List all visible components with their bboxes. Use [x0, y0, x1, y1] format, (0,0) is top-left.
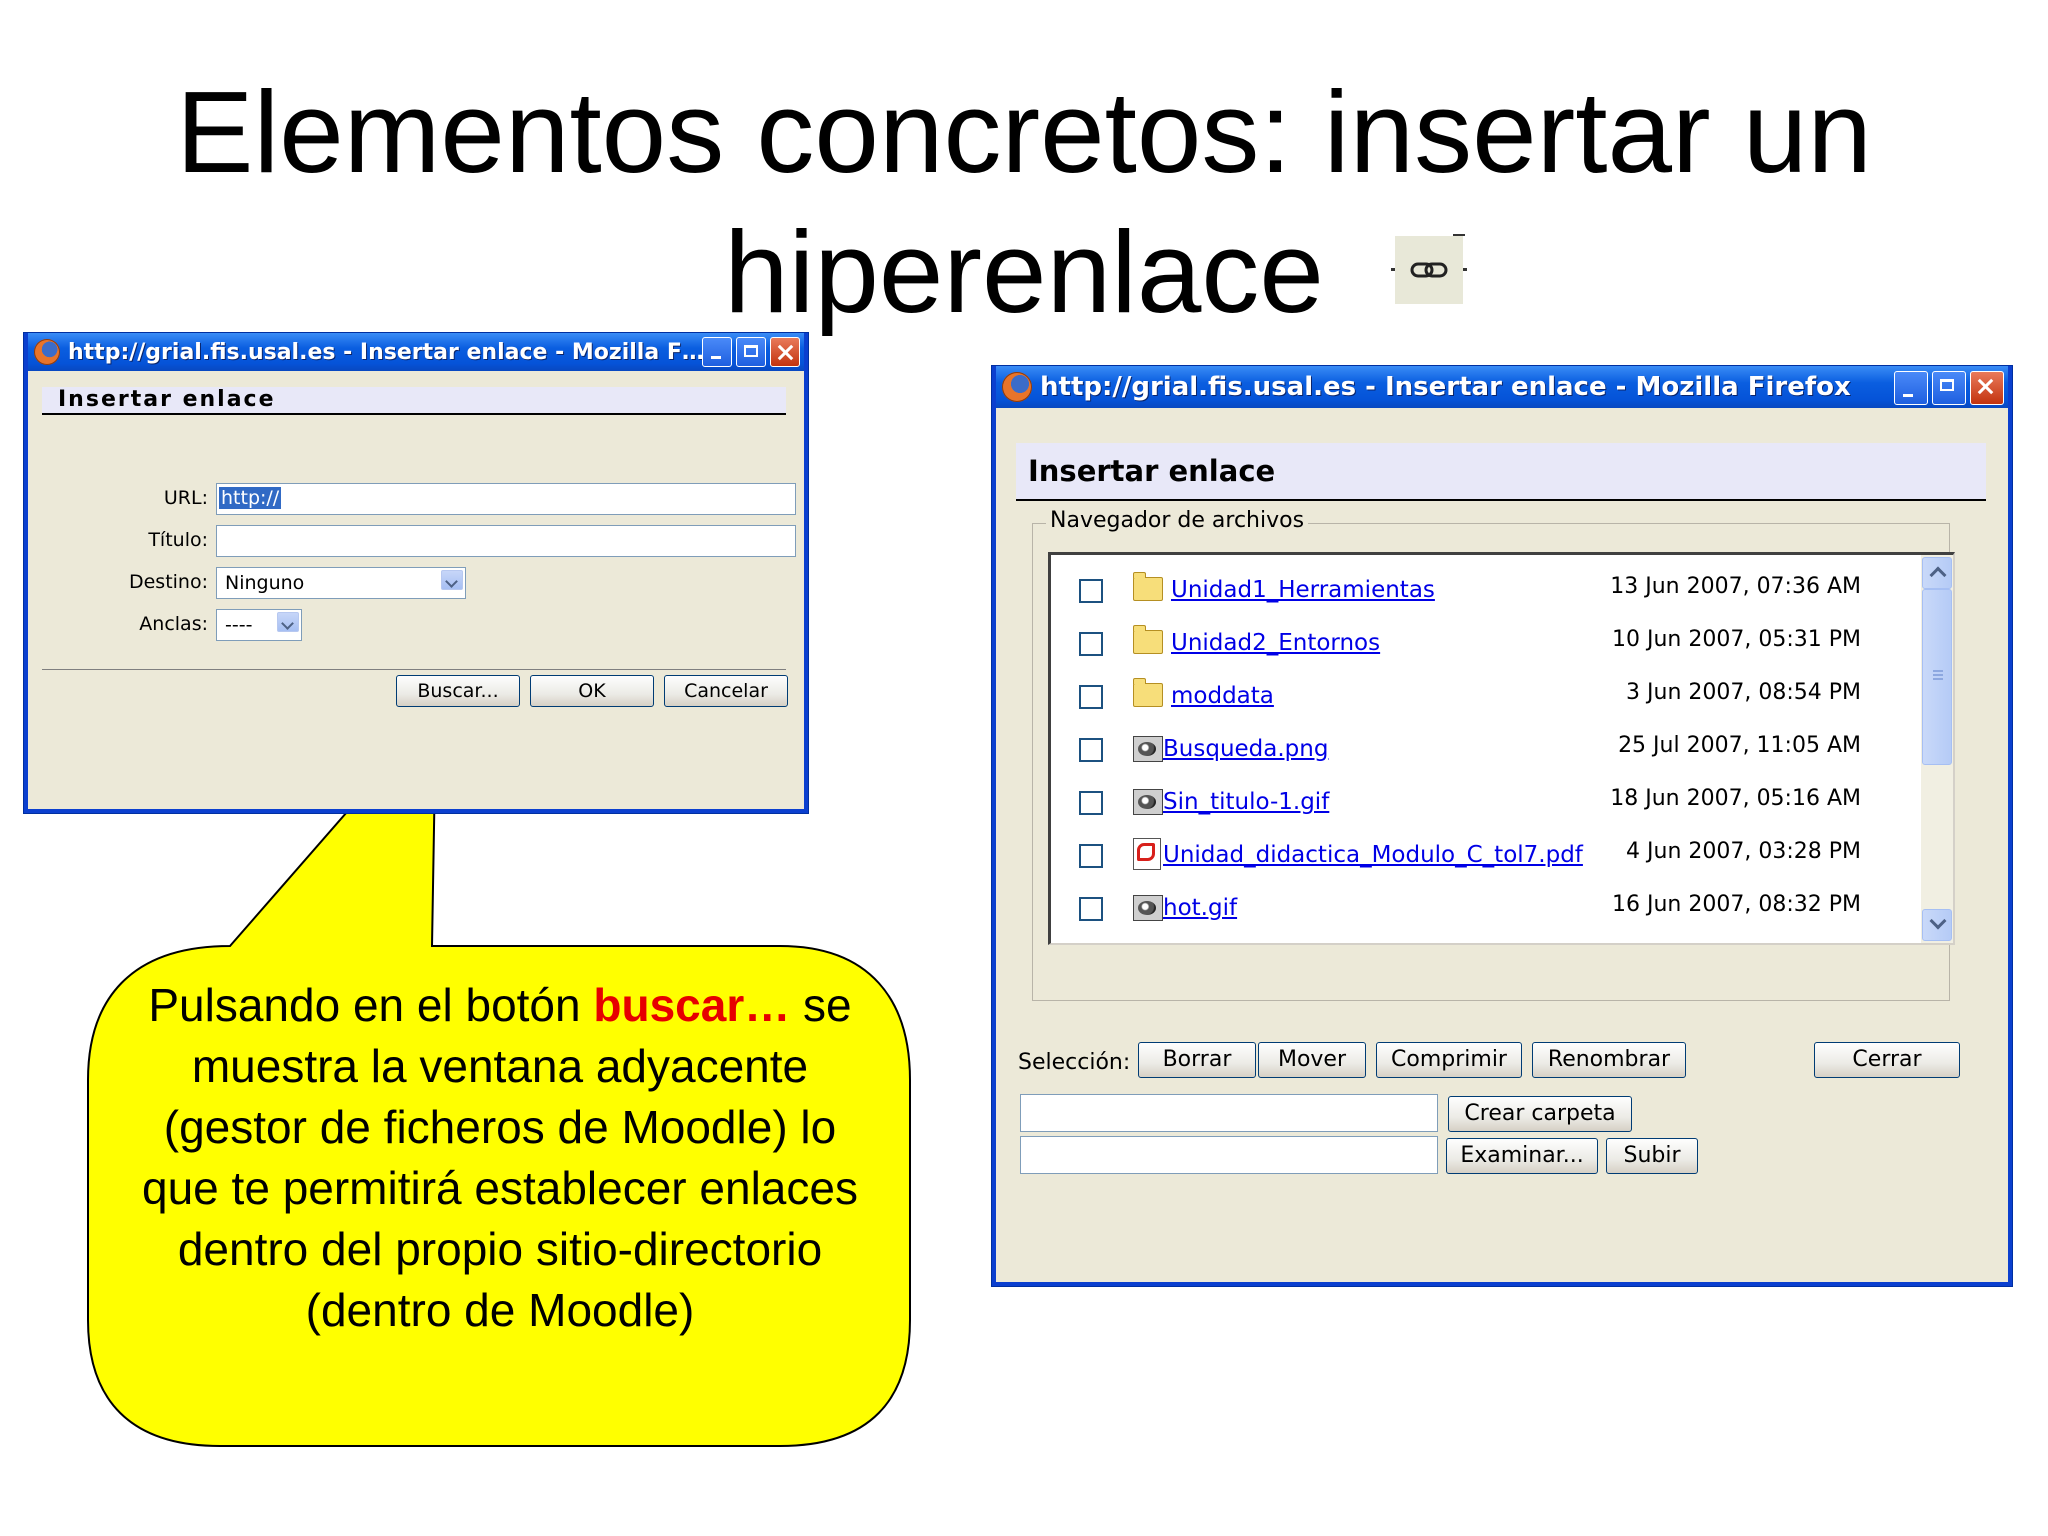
title-label: Título:: [148, 529, 208, 551]
selection-label: Selección:: [1018, 1050, 1131, 1075]
file-select-checkbox[interactable]: [1079, 791, 1103, 815]
firefox-icon: [34, 339, 60, 365]
file-date: 4 Jun 2007, 03:28 PM: [1626, 839, 1861, 864]
file-date: 3 Jun 2007, 08:54 PM: [1626, 680, 1861, 705]
image-file-icon: [1133, 736, 1163, 762]
window-title: http://grial.fis.usal.es - Insertar enla…: [1040, 372, 1851, 402]
file-browser-dialog: http://grial.fis.usal.es - Insertar enla…: [992, 366, 2012, 1286]
callout-text: Pulsando en el botón buscar… se muestra …: [120, 975, 880, 1341]
window-titlebar[interactable]: http://grial.fis.usal.es - Insertar enla…: [28, 333, 804, 371]
url-field-value: http://: [219, 487, 282, 509]
folder-icon: [1133, 678, 1163, 707]
upload-file-input[interactable]: [1020, 1136, 1438, 1174]
file-select-checkbox[interactable]: [1079, 685, 1103, 709]
file-row: hot.gif 16 Jun 2007, 08:32 PM: [1051, 881, 1911, 931]
file-select-checkbox[interactable]: [1079, 632, 1103, 656]
title-field[interactable]: [216, 525, 796, 557]
minimize-button[interactable]: [1894, 371, 1928, 405]
scroll-thumb[interactable]: [1922, 589, 1952, 765]
maximize-button[interactable]: [1932, 371, 1966, 405]
file-link[interactable]: Busqueda.png: [1163, 736, 1328, 762]
file-date: 18 Jun 2007, 05:16 AM: [1610, 786, 1861, 811]
vertical-scrollbar[interactable]: [1921, 555, 1953, 943]
anchors-label: Anclas:: [139, 613, 208, 635]
callout-highlight: buscar…: [593, 979, 791, 1031]
file-date: 25 Jul 2007, 11:05 AM: [1618, 733, 1861, 758]
cancel-button[interactable]: Cancelar: [664, 675, 788, 707]
file-link[interactable]: Sin_titulo-1.gif: [1163, 789, 1329, 815]
folder-icon: [1133, 625, 1163, 654]
minimize-button[interactable]: [702, 337, 732, 367]
file-link[interactable]: Unidad_didactica_Modulo_C_tol7.pdf: [1163, 842, 1583, 868]
pdf-file-icon: [1133, 838, 1161, 870]
ok-button[interactable]: OK: [530, 675, 654, 707]
folder-icon: [1133, 572, 1163, 601]
search-button[interactable]: Buscar...: [396, 675, 520, 707]
rename-button[interactable]: Renombrar: [1532, 1042, 1686, 1078]
browse-button[interactable]: Examinar...: [1446, 1138, 1598, 1174]
file-list: Unidad1_Herramientas 13 Jun 2007, 07:36 A…: [1048, 552, 1955, 945]
file-link[interactable]: Unidad2_Entornos: [1171, 630, 1380, 656]
file-date: 16 Jun 2007, 08:32 PM: [1612, 892, 1861, 917]
window-titlebar[interactable]: http://grial.fis.usal.es - Insertar enla…: [996, 366, 2008, 408]
file-row: Unidad2_Entornos 10 Jun 2007, 05:31 PM: [1051, 616, 1911, 666]
dialog-header: Insertar enlace: [42, 387, 786, 415]
target-label: Destino:: [128, 571, 208, 593]
file-row: Unidad_didactica_Modulo_C_tol7.pdf 4 Jun …: [1051, 828, 1911, 878]
image-file-icon: [1133, 895, 1163, 921]
file-row: Unidad1_Herramientas 13 Jun 2007, 07:36 A…: [1051, 563, 1911, 613]
move-button[interactable]: Mover: [1258, 1042, 1366, 1078]
file-browser-group-label: Navegador de archivos: [1046, 508, 1309, 533]
url-label: URL:: [163, 487, 208, 509]
close-button[interactable]: Cerrar: [1814, 1042, 1960, 1078]
scroll-down-icon[interactable]: [1922, 909, 1952, 941]
file-select-checkbox[interactable]: [1079, 579, 1103, 603]
file-date: 10 Jun 2007, 05:31 PM: [1612, 627, 1861, 652]
close-window-button[interactable]: [770, 337, 800, 367]
chevron-down-icon: [277, 612, 299, 632]
divider: [42, 669, 786, 670]
scroll-up-icon[interactable]: [1922, 557, 1952, 589]
file-select-checkbox[interactable]: [1079, 844, 1103, 868]
chevron-down-icon: [441, 570, 463, 590]
upload-button[interactable]: Subir: [1606, 1138, 1698, 1174]
dialog-header: Insertar enlace: [1016, 443, 1986, 501]
anchors-select-value: ----: [225, 614, 253, 636]
image-file-icon: [1133, 789, 1163, 815]
window-title: http://grial.fis.usal.es - Insertar enla…: [68, 339, 704, 365]
url-field[interactable]: http://: [216, 483, 796, 515]
file-link[interactable]: hot.gif: [1163, 895, 1237, 921]
firefox-icon: [1002, 372, 1032, 402]
target-select[interactable]: Ninguno: [216, 567, 466, 599]
file-link[interactable]: moddata: [1171, 683, 1274, 709]
file-row: Sin_titulo-1.gif 18 Jun 2007, 05:16 AM: [1051, 775, 1911, 825]
file-link[interactable]: Unidad1_Herramientas: [1171, 577, 1435, 603]
file-date: 13 Jun 2007, 07:36 AM: [1610, 574, 1861, 599]
delete-button[interactable]: Borrar: [1138, 1042, 1256, 1078]
compress-button[interactable]: Comprimir: [1376, 1042, 1522, 1078]
file-select-checkbox[interactable]: [1079, 738, 1103, 762]
new-folder-input[interactable]: [1020, 1094, 1438, 1132]
maximize-button[interactable]: [736, 337, 766, 367]
close-window-button[interactable]: [1970, 371, 2004, 405]
target-select-value: Ninguno: [225, 572, 305, 594]
callout-text-prefix: Pulsando en el botón: [148, 979, 594, 1031]
callout-text-rest: se muestra la ventana adyacente (gestor …: [142, 979, 858, 1336]
create-folder-button[interactable]: Crear carpeta: [1448, 1096, 1632, 1132]
file-row: Busqueda.png 25 Jul 2007, 11:05 AM: [1051, 722, 1911, 772]
insert-link-dialog: http://grial.fis.usal.es - Insertar enla…: [24, 333, 808, 813]
anchors-select[interactable]: ----: [216, 609, 302, 641]
file-select-checkbox[interactable]: [1079, 897, 1103, 921]
file-row: moddata 3 Jun 2007, 08:54 PM: [1051, 669, 1911, 719]
